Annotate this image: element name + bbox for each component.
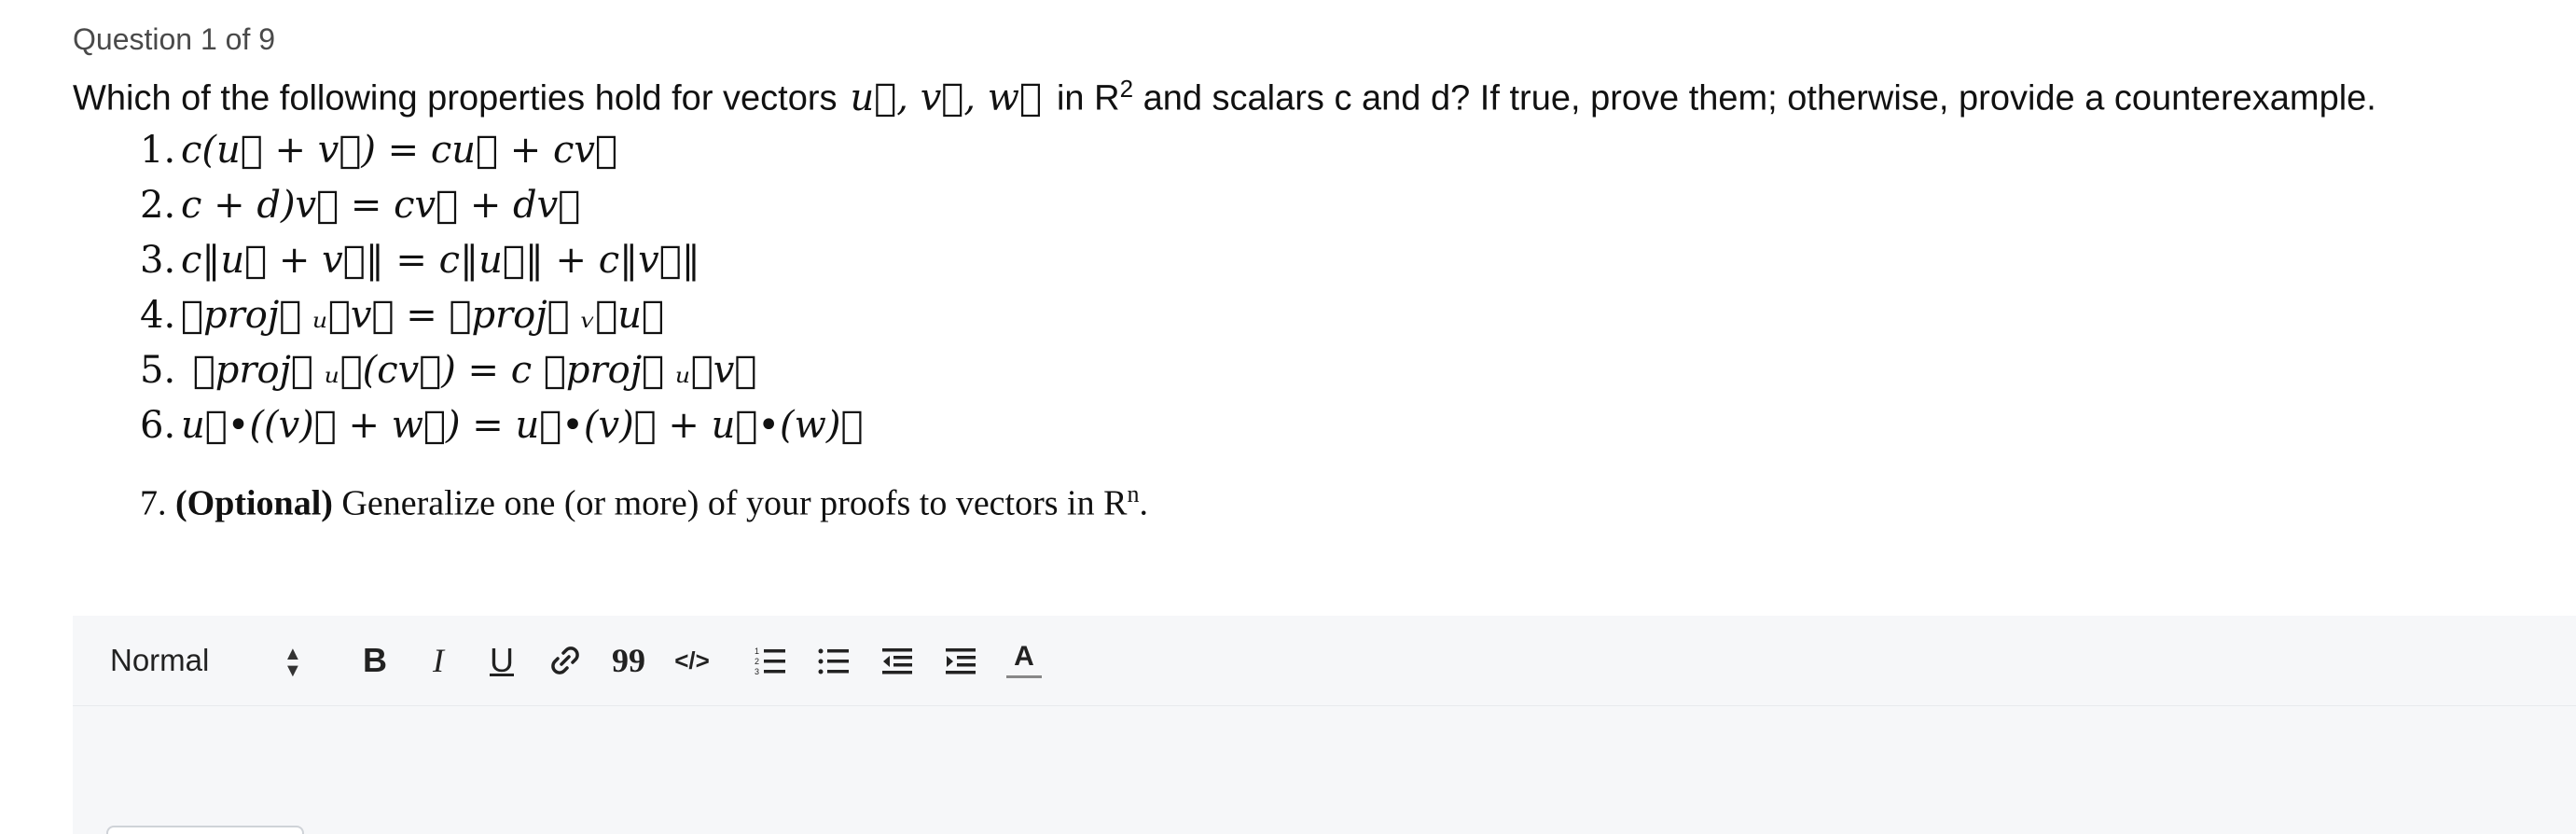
property-list: 1. c(u⃗ + v⃗) = cu⃗ + cv⃗ 2. c + d)v⃗ = cv… — [140, 123, 1148, 523]
chevron-updown-icon: ▲ ▼ — [284, 644, 302, 681]
bold-button[interactable]: B — [353, 638, 397, 683]
bullet-list-icon — [818, 648, 849, 674]
prompt-text-end: and scalars c and d? If true, prove them… — [1133, 78, 2376, 118]
question-counter: Question 1 of 9 — [73, 22, 276, 56]
prompt-superscript: 2 — [1119, 75, 1134, 103]
italic-button[interactable]: I — [416, 638, 461, 683]
property-item-3: 3. c‖u⃗ + v⃗‖ = c‖u⃗‖ + c‖v⃗‖ — [140, 233, 1148, 288]
format-select-value: Normal — [110, 643, 210, 677]
property-item-2: 2. c + d)v⃗ = cv⃗ + dv⃗ — [140, 178, 1148, 233]
item-number: 6. — [140, 404, 176, 447]
item-number: 1. — [140, 129, 176, 172]
prompt-text-middle: in R — [1056, 78, 1120, 118]
link-button[interactable] — [543, 638, 588, 683]
property-item-1: 1. c(u⃗ + v⃗) = cu⃗ + cv⃗ — [140, 123, 1148, 178]
outdent-icon — [882, 648, 912, 674]
property-item-7-optional: 7. (Optional) Generalize one (or more) o… — [140, 466, 1148, 523]
answer-editor: Normal ▲ ▼ B I U 99 </> 1 2 3 A — [73, 616, 2576, 834]
item-formula: c(u⃗ + v⃗) = cu⃗ + cv⃗ — [181, 129, 617, 172]
blockquote-button[interactable]: 99 — [606, 638, 651, 683]
ordered-list-button[interactable]: 1 2 3 — [748, 638, 793, 683]
optional-period: . — [1139, 483, 1148, 523]
property-item-4: 4. ⟦proj⟧ ᵤ⃗v⃗ = ⟦proj⟧ ᵥ⃗u⃗ — [140, 288, 1148, 343]
prompt-vectors: u⃗, v⃗, w⃗ — [850, 76, 1042, 119]
svg-text:2: 2 — [755, 657, 759, 666]
item-number: 5. — [140, 349, 176, 392]
item-formula: c‖u⃗ + v⃗‖ = c‖u⃗‖ + c‖v⃗‖ — [181, 239, 700, 282]
format-select[interactable]: Normal ▲ ▼ — [110, 638, 334, 683]
answer-text-area[interactable] — [73, 706, 2576, 834]
link-icon — [551, 646, 579, 674]
item-number: 2. — [140, 184, 176, 227]
submit-button[interactable] — [106, 826, 304, 834]
editor-toolbar: Normal ▲ ▼ B I U 99 </> 1 2 3 A — [73, 616, 2576, 706]
item-number: 7. — [140, 483, 167, 523]
question-page: Question 1 of 9 Which of the following p… — [0, 0, 2576, 834]
code-button[interactable]: </> — [670, 638, 714, 683]
indent-button[interactable] — [938, 638, 983, 683]
property-item-6: 6. u⃗•((v)⃗ + w⃗) = u⃗•(v)⃗ + u⃗•(w)⃗ — [140, 398, 1148, 453]
optional-superscript: n — [1127, 480, 1140, 507]
item-number: 4. — [140, 294, 176, 337]
property-item-5: 5. ⟦proj⟧ ᵤ⃗(cv⃗) = c ⟦proj⟧ ᵤ⃗v⃗ — [140, 343, 1148, 398]
optional-label: (Optional) — [175, 483, 333, 523]
indent-icon — [946, 648, 976, 674]
ordered-list-icon: 1 2 3 — [755, 646, 785, 676]
underline-button[interactable]: U — [479, 638, 524, 683]
prompt-text-start: Which of the following properties hold f… — [73, 78, 838, 118]
text-color-button[interactable]: A — [1002, 638, 1046, 683]
text-color-icon: A — [1014, 641, 1034, 672]
bullet-list-button[interactable] — [811, 638, 856, 683]
svg-text:1: 1 — [755, 646, 759, 656]
item-formula: ⟦proj⟧ ᵤ⃗v⃗ = ⟦proj⟧ ᵥ⃗u⃗ — [181, 294, 665, 337]
question-prompt: Which of the following properties hold f… — [73, 75, 2376, 119]
item-formula: ⟦proj⟧ ᵤ⃗(cv⃗) = c ⟦proj⟧ ᵤ⃗v⃗ — [181, 349, 757, 392]
item-formula: u⃗•((v)⃗ + w⃗) = u⃗•(v)⃗ + u⃗•(w)⃗ — [181, 404, 864, 447]
outdent-button[interactable] — [875, 638, 920, 683]
optional-text: Generalize one (or more) of your proofs … — [332, 483, 1128, 523]
svg-text:3: 3 — [755, 667, 759, 676]
item-number: 3. — [140, 239, 176, 282]
item-formula: c + d)v⃗ = cv⃗ + dv⃗ — [181, 184, 581, 227]
text-color-underline — [1006, 675, 1042, 678]
